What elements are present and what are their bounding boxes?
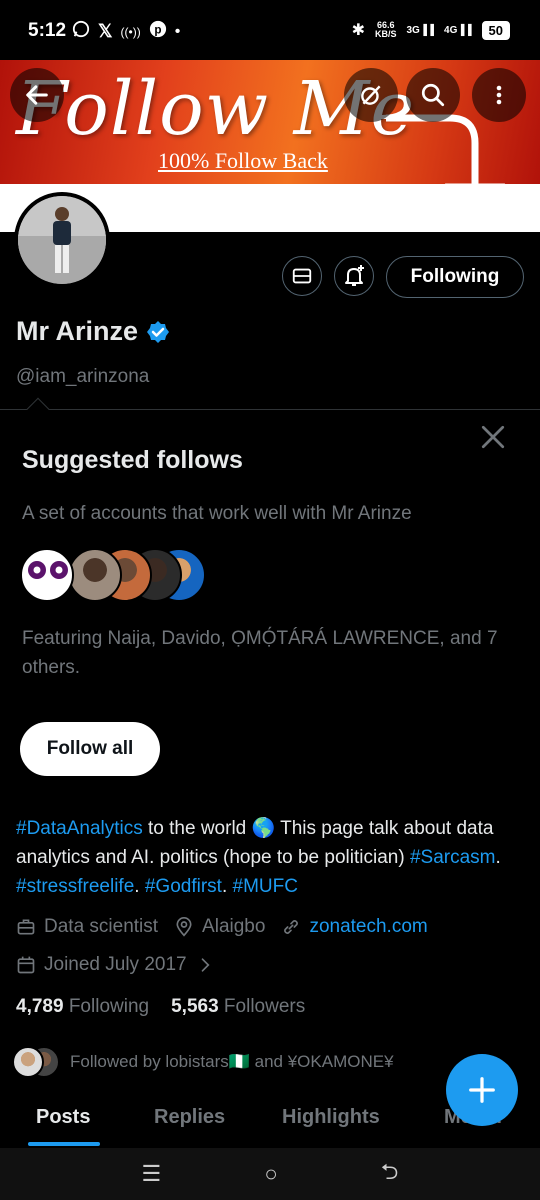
chevron-right-icon	[201, 958, 210, 972]
search-icon	[421, 83, 445, 107]
suggested-avatar	[68, 548, 122, 602]
suggested-avatar-stack[interactable]	[20, 548, 210, 602]
back-nav-icon[interactable]: ⮌	[381, 1155, 399, 1193]
naija-avatar	[20, 548, 74, 602]
system-nav-bar: ☰ ○ ⮌	[0, 1148, 540, 1200]
mail-icon	[292, 268, 312, 284]
signal-4g-icon: 4G▐▐	[444, 24, 472, 36]
close-suggestions-icon[interactable]	[480, 424, 506, 450]
status-bar: 5:12 𝕏 ((•)) p • ✱ 66.6 KB/S 3G▐▐ 4G▐▐ 5…	[0, 0, 540, 60]
followers-stat[interactable]: 5,563 Followers	[171, 996, 305, 1018]
more-vertical-icon	[496, 85, 502, 105]
bell-plus-icon	[345, 265, 364, 286]
bio-separator: .	[221, 876, 233, 897]
pinterest-icon: p	[149, 20, 167, 43]
notifications-button[interactable]	[334, 256, 374, 296]
network-speed: 66.6 KB/S	[374, 20, 397, 39]
suggested-featuring: Featuring Naija, Davido, ỌMỌ́TÁRÁ LAWREN…	[22, 628, 498, 678]
active-tab-indicator	[28, 1142, 100, 1146]
status-icons-right: ✱ 66.6 KB/S 3G▐▐ 4G▐▐ 50	[352, 20, 510, 40]
grok-icon	[361, 85, 381, 105]
profile-bio: #DataAnalytics to the world 🌎 This page …	[16, 814, 526, 901]
more-options-button[interactable]	[472, 68, 526, 122]
message-button[interactable]	[282, 256, 322, 296]
follow-all-button[interactable]: Follow all	[20, 722, 160, 776]
location: Alaigbo	[202, 916, 266, 937]
follower-avatar	[12, 1046, 44, 1078]
website-link[interactable]: zonatech.com	[309, 916, 427, 938]
tab-posts[interactable]: Posts	[36, 1106, 90, 1129]
suggested-follows-title: Suggested follows	[22, 446, 243, 474]
hashtag-link[interactable]: #Godfirst	[145, 876, 222, 897]
profession: Data scientist	[44, 916, 159, 937]
radio-icon: ((•))	[120, 24, 141, 39]
hashtag-link[interactable]: #Sarcasm	[410, 847, 496, 868]
followed-by-avatars	[12, 1046, 60, 1078]
hashtag-link[interactable]: #DataAnalytics	[16, 818, 143, 839]
briefcase-icon	[17, 919, 35, 935]
suggested-follows-description: A set of accounts that work well with Mr…	[22, 503, 412, 524]
status-icons-left: 𝕏 ((•)) p •	[72, 20, 180, 43]
search-button[interactable]	[406, 68, 460, 122]
hashtag-link[interactable]: #stressfreelife	[16, 876, 134, 897]
profile-avatar[interactable]	[14, 192, 110, 288]
joined-date: Joined July 2017	[44, 954, 187, 975]
divider	[0, 409, 540, 410]
svg-text:p: p	[154, 24, 161, 37]
naija-eyes-icon	[28, 561, 68, 579]
location-pin-icon	[176, 917, 192, 937]
whatsapp-icon	[72, 20, 90, 43]
compose-post-button[interactable]	[446, 1054, 518, 1126]
following-button[interactable]: Following	[386, 256, 524, 298]
display-name: Mr Arinze	[16, 316, 170, 347]
verified-badge-icon	[147, 320, 170, 343]
status-time: 5:12	[28, 20, 67, 41]
profile-handle: @iam_arinzona	[16, 366, 150, 387]
following-stat[interactable]: 4,789 Following	[16, 996, 149, 1018]
bio-separator: .	[134, 876, 145, 897]
display-name-text: Mr Arinze	[16, 316, 139, 346]
bluetooth-icon: ✱	[351, 22, 365, 39]
tab-highlights[interactable]: Highlights	[282, 1106, 380, 1129]
back-button[interactable]	[10, 68, 64, 122]
back-arrow-icon	[26, 85, 48, 105]
home-icon[interactable]: ○	[264, 1161, 277, 1187]
suggested-pointer	[26, 397, 50, 421]
avatar-image	[18, 196, 106, 284]
recent-apps-icon[interactable]: ☰	[142, 1161, 162, 1187]
profile-meta-row: Data scientist Alaigbo zonatech.com	[16, 916, 428, 938]
link-icon	[284, 920, 299, 934]
followed-by[interactable]: Followed by lobistars🇳🇬 and ¥OKAMONE¥	[12, 1046, 394, 1078]
bio-separator: .	[495, 847, 501, 868]
tab-replies[interactable]: Replies	[154, 1106, 225, 1129]
banner-arrow-icon	[386, 114, 506, 223]
follow-stats: 4,789 Following 5,563 Followers	[16, 996, 305, 1018]
battery-icon: 50	[481, 20, 510, 40]
banner-subtitle: 100% Follow Back	[158, 148, 328, 173]
signal-3g-icon: 3G▐▐	[406, 24, 435, 36]
grok-button[interactable]	[344, 68, 398, 122]
x-icon: 𝕏	[98, 21, 113, 41]
calendar-icon	[17, 956, 35, 974]
plus-icon	[469, 1077, 495, 1103]
dot-icon: •	[174, 22, 181, 40]
followed-by-text: Followed by lobistars🇳🇬 and ¥OKAMONE¥	[70, 1052, 394, 1071]
joined-row[interactable]: Joined July 2017	[16, 954, 215, 976]
hashtag-link[interactable]: #MUFC	[233, 876, 298, 897]
